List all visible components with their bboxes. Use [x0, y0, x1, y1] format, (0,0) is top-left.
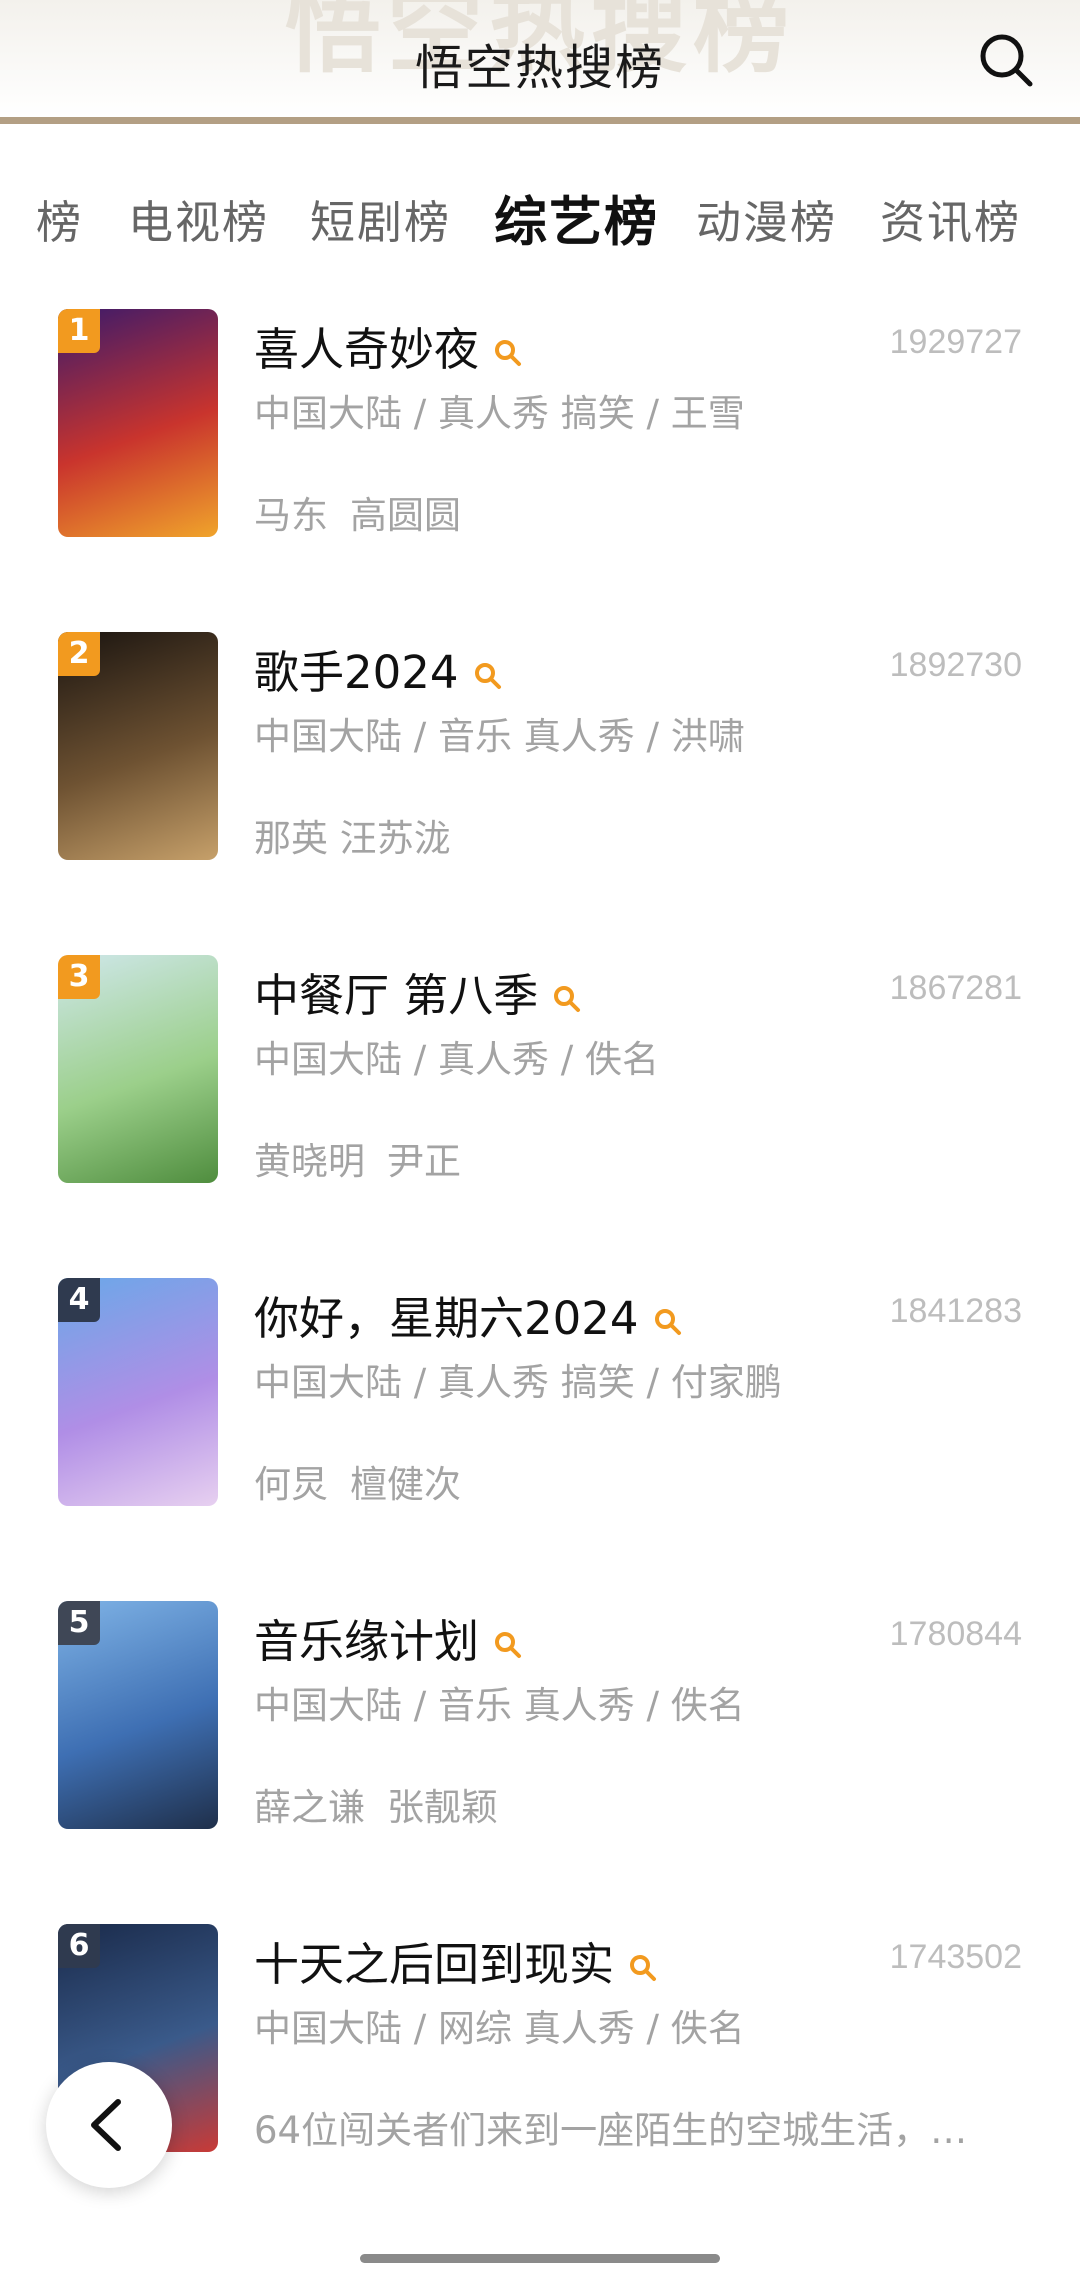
poster-image[interactable]: 4: [58, 1278, 218, 1506]
poster-image[interactable]: 1: [58, 309, 218, 537]
tab-anime[interactable]: 动漫榜: [696, 186, 837, 251]
category-tabs: 榜 电视榜 短剧榜 综艺榜 动漫榜 资讯榜: [0, 124, 1080, 284]
search-button[interactable]: [976, 30, 1036, 90]
cast-member: 檀健次: [350, 1463, 461, 1506]
cast-member: 黄晓明: [254, 1140, 365, 1183]
hot-search-icon: [474, 663, 501, 689]
show-meta: 中国大陆 / 真人秀 / 佚名: [254, 1038, 659, 1081]
show-title-text: 十天之后回到现实: [254, 1938, 615, 1991]
tab-variety[interactable]: 综艺榜: [494, 180, 659, 256]
cast-member: 高圆圆: [350, 494, 461, 537]
page-title: 悟空热搜榜: [414, 40, 665, 96]
show-title[interactable]: 音乐缘计划: [254, 1605, 523, 1670]
show-title[interactable]: 歌手2024: [254, 636, 503, 701]
chevron-left-icon: [91, 2099, 121, 2151]
cast-member: 那英 汪苏泷: [254, 817, 451, 860]
show-title-text: 喜人奇妙夜: [254, 323, 480, 376]
search-icon: [980, 34, 1033, 87]
show-cast: 马东 高圆圆: [254, 485, 483, 539]
rank-badge: 4: [58, 1278, 100, 1322]
hot-search-icon: [495, 1632, 522, 1658]
list-item[interactable]: 5 音乐缘计划 1780844 中国大陆 / 音乐 真人秀 / 佚名 薛之谦 张靓…: [0, 1601, 1080, 1924]
show-title[interactable]: 中餐厅 第八季: [254, 959, 582, 1024]
cast-member: 张靓颖: [387, 1786, 498, 1829]
rank-badge: 6: [58, 1924, 100, 1968]
list-item[interactable]: 3 中餐厅 第八季 1867281 中国大陆 / 真人秀 / 佚名 黄晓明 尹正: [0, 955, 1080, 1278]
show-meta: 中国大陆 / 真人秀 搞笑 / 付家鹏: [254, 1361, 782, 1404]
show-cast: 薛之谦 张靓颖: [254, 1777, 520, 1831]
back-button[interactable]: [46, 2062, 172, 2188]
rank-badge: 1: [58, 309, 100, 353]
header-bar: 悟空热搜榜 悟空热搜榜: [0, 0, 1080, 124]
show-meta: 中国大陆 / 音乐 真人秀 / 佚名: [254, 1684, 745, 1727]
show-title-text: 歌手2024: [254, 646, 459, 699]
cast-member: 马东: [254, 494, 328, 537]
poster-image[interactable]: 5: [58, 1601, 218, 1829]
tab-news[interactable]: 资讯榜: [880, 186, 1021, 251]
show-title[interactable]: 十天之后回到现实: [254, 1928, 658, 1993]
cast-member: 尹正: [387, 1140, 461, 1183]
heat-score: 1780844: [889, 1615, 1022, 1653]
poster-image[interactable]: 3: [58, 955, 218, 1183]
home-indicator: [360, 2254, 720, 2263]
show-meta: 中国大陆 / 真人秀 搞笑 / 王雪: [254, 392, 745, 435]
show-cast: 何炅 檀健次: [254, 1454, 483, 1508]
heat-score: 1743502: [889, 1938, 1022, 1976]
rank-badge: 5: [58, 1601, 100, 1645]
cast-member: 何炅: [254, 1463, 328, 1506]
heat-score: 1841283: [889, 1292, 1022, 1330]
show-title[interactable]: 你好，星期六2024: [254, 1282, 683, 1347]
show-meta: 中国大陆 / 音乐 真人秀 / 洪啸: [254, 715, 745, 758]
show-cast: 黄晓明 尹正: [254, 1131, 483, 1185]
hot-search-icon: [495, 340, 522, 366]
hot-search-icon: [554, 986, 581, 1012]
show-meta: 中国大陆 / 网综 真人秀 / 佚名: [254, 2007, 745, 2050]
list-item[interactable]: 1 喜人奇妙夜 1929727 中国大陆 / 真人秀 搞笑 / 王雪 马东 高圆圆: [0, 309, 1080, 632]
show-title[interactable]: 喜人奇妙夜: [254, 313, 523, 378]
list-item[interactable]: 2 歌手2024 1892730 中国大陆 / 音乐 真人秀 / 洪啸 那英 汪…: [0, 632, 1080, 955]
show-title-text: 你好，星期六2024: [254, 1292, 639, 1345]
heat-score: 1867281: [889, 969, 1022, 1007]
tab-tv[interactable]: 电视榜: [128, 186, 269, 251]
rank-badge: 2: [58, 632, 100, 676]
cast-member: 64位闯关者们来到一座陌生的空城生活，…: [254, 2109, 968, 2152]
show-cast: 64位闯关者们来到一座陌生的空城生活，…: [254, 2100, 989, 2154]
tab-partial[interactable]: 榜: [36, 186, 83, 251]
show-title-text: 中餐厅 第八季: [254, 969, 539, 1022]
list-item[interactable]: 4 你好，星期六2024 1841283 中国大陆 / 真人秀 搞笑 / 付家鹏…: [0, 1278, 1080, 1601]
heat-score: 1892730: [889, 646, 1022, 684]
rank-badge: 3: [58, 955, 100, 999]
show-title-text: 音乐缘计划: [254, 1615, 480, 1668]
tab-short-drama[interactable]: 短剧榜: [310, 186, 451, 251]
show-cast: 那英 汪苏泷: [254, 808, 473, 862]
hot-search-icon: [654, 1309, 681, 1335]
hot-search-icon: [630, 1955, 657, 1981]
cast-member: 薛之谦: [254, 1786, 365, 1829]
heat-score: 1929727: [889, 323, 1022, 361]
poster-image[interactable]: 2: [58, 632, 218, 860]
